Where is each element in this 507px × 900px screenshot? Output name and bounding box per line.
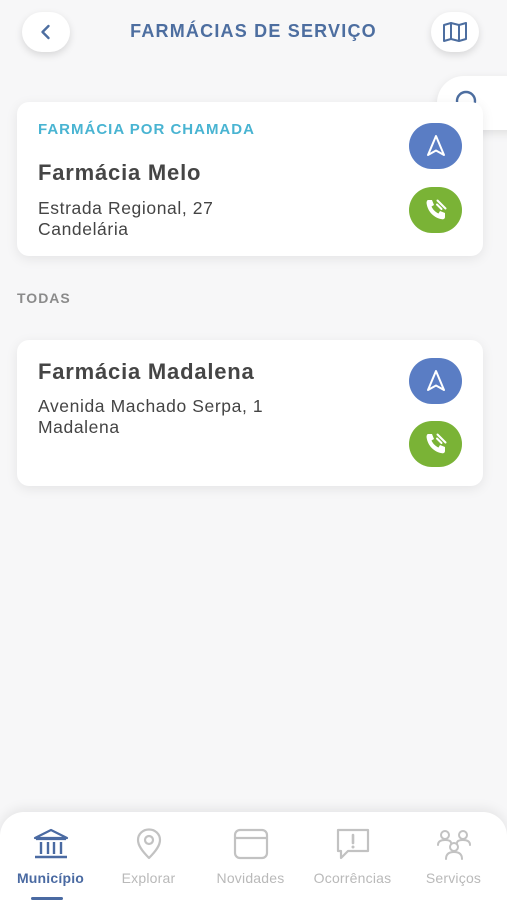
address-street: Avenida Machado Serpa, 1 — [38, 396, 264, 416]
on-call-pharmacy-card[interactable]: FARMÁCIA POR CHAMADA Farmácia Melo Estra… — [17, 102, 483, 256]
bottom-tab-bar: Município Explorar Novidades Ocorrências… — [0, 812, 507, 900]
address-street: Estrada Regional, 27 — [38, 198, 214, 218]
tab-servicos[interactable]: Serviços — [403, 812, 504, 900]
tab-novidades[interactable]: Novidades — [200, 812, 301, 900]
tab-label: Ocorrências — [313, 870, 392, 886]
navigation-arrow-icon — [426, 135, 445, 156]
tab-label: Explorar — [121, 870, 176, 886]
on-call-tag: FARMÁCIA POR CHAMADA — [38, 121, 255, 138]
tab-explorar[interactable]: Explorar — [98, 812, 199, 900]
map-icon — [443, 22, 467, 42]
news-card-icon — [233, 828, 268, 860]
pharmacy-name: Farmácia Melo — [38, 160, 202, 185]
phone-call-icon — [426, 199, 446, 220]
address-locality: Candelária — [38, 219, 129, 239]
pharmacy-card[interactable]: Farmácia Madalena Avenida Machado Serpa,… — [17, 340, 483, 486]
tab-label: Município — [16, 870, 85, 886]
location-pin-icon — [136, 828, 161, 860]
tab-ocorrencias[interactable]: Ocorrências — [302, 812, 403, 900]
alert-message-icon — [336, 828, 369, 860]
services-people-icon — [436, 830, 471, 860]
section-all-label: TODAS — [17, 290, 71, 306]
top-bar: FARMÁCIAS DE SERVIÇO — [0, 0, 507, 64]
institution-icon — [33, 828, 68, 859]
address-locality: Madalena — [38, 417, 120, 437]
navigate-button[interactable] — [409, 358, 462, 404]
tab-label: Novidades — [216, 870, 285, 886]
pharmacy-name: Farmácia Madalena — [38, 359, 255, 384]
pharmacy-address: Avenida Machado Serpa, 1 Madalena — [38, 396, 263, 438]
call-button[interactable] — [409, 187, 462, 233]
pharmacy-address: Estrada Regional, 27 Candelária — [38, 198, 213, 240]
navigation-arrow-icon — [426, 370, 445, 391]
tab-label: Serviços — [425, 870, 482, 886]
tab-municipio[interactable]: Município — [0, 812, 101, 900]
call-button[interactable] — [409, 421, 462, 467]
phone-call-icon — [426, 433, 446, 454]
map-button[interactable] — [431, 12, 479, 52]
navigate-button[interactable] — [409, 123, 462, 169]
